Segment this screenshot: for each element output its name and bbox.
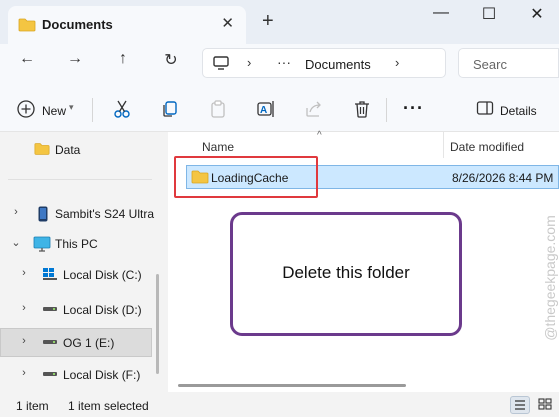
watermark: @thegeekpage.com	[539, 172, 559, 382]
annotation-text: Delete this folder	[282, 263, 410, 282]
toolbar-divider	[92, 98, 93, 122]
details-button[interactable]: Details	[500, 104, 537, 118]
details-view-button[interactable]	[510, 396, 530, 414]
title-bar: Documents ✕ + — ☐ ✕	[0, 0, 559, 44]
new-button[interactable]: New	[42, 104, 66, 118]
refresh-button[interactable]: ↻	[158, 50, 184, 70]
up-button[interactable]: ↑	[110, 50, 136, 68]
tiles-view-button[interactable]	[536, 396, 556, 414]
close-window-button[interactable]: ✕	[522, 4, 552, 24]
add-icon[interactable]	[16, 99, 36, 122]
chevron-right-icon[interactable]: ›	[10, 206, 22, 218]
sidebar-item-local-disk-f[interactable]: › Local Disk (F:)	[0, 361, 152, 389]
watermark-text: @thegeekpage.com	[542, 215, 558, 341]
tab-documents[interactable]: Documents ✕	[8, 6, 246, 44]
column-header-name[interactable]: Name	[202, 140, 234, 154]
sidebar-divider	[8, 179, 152, 180]
paste-icon	[208, 99, 228, 122]
sidebar-item-label: Local Disk (F:)	[63, 368, 141, 382]
sidebar-item-og1-e[interactable]: › OG 1 (E:)	[0, 328, 152, 357]
rename-icon[interactable]: A	[256, 99, 276, 122]
sidebar-item-local-disk-d[interactable]: › Local Disk (D:)	[0, 296, 152, 324]
sidebar-item-label: Local Disk (C:)	[63, 268, 142, 282]
chevron-right-icon[interactable]: ›	[247, 55, 251, 70]
file-list: ^ Name Date modified LoadingCache 8/26/2…	[168, 130, 559, 392]
sidebar-item-label: Sambit's S24 Ultra	[55, 207, 154, 221]
search-box[interactable]: Searc	[458, 48, 559, 78]
annotation-callout: Delete this folder	[230, 212, 462, 336]
copy-icon[interactable]	[160, 99, 180, 122]
folder-icon	[34, 142, 50, 159]
new-tab-button[interactable]: +	[262, 10, 274, 33]
status-bar: 1 item 1 item selected	[0, 392, 559, 417]
navigation-bar: ← → ↑ ↻ › ··· Documents › Searc	[0, 44, 559, 84]
sidebar-item-this-pc[interactable]: ⌄ This PC	[0, 230, 152, 258]
sidebar-scrollbar[interactable]	[156, 274, 159, 374]
chevron-right-icon[interactable]: ›	[395, 55, 399, 70]
sidebar-item-local-disk-c[interactable]: › Local Disk (C:)	[0, 261, 152, 289]
chevron-right-icon[interactable]: ›	[18, 267, 30, 279]
drive-icon	[42, 302, 58, 319]
close-tab-icon[interactable]: ✕	[221, 14, 234, 32]
column-divider[interactable]	[443, 132, 444, 158]
column-header-date-modified[interactable]: Date modified	[450, 140, 524, 154]
cut-icon[interactable]	[112, 99, 132, 122]
monitor-icon	[33, 236, 51, 255]
sidebar-item-label: This PC	[55, 237, 98, 251]
chevron-right-icon[interactable]: ›	[18, 367, 30, 379]
search-input[interactable]: Searc	[473, 57, 507, 72]
address-bar[interactable]: › ··· Documents ›	[202, 48, 446, 78]
delete-icon[interactable]	[352, 99, 372, 122]
back-button[interactable]: ←	[14, 50, 40, 68]
details-pane-icon[interactable]	[476, 99, 494, 120]
monitor-icon	[213, 56, 229, 73]
windows-drive-icon	[42, 267, 58, 284]
sidebar-item-data[interactable]: Data	[0, 136, 152, 164]
svg-text:A: A	[260, 105, 267, 116]
toolbar-divider	[386, 98, 387, 122]
item-count: 1 item	[16, 399, 49, 413]
breadcrumb-documents[interactable]: Documents	[305, 57, 371, 72]
command-bar: New ▾ A ··· Details	[0, 84, 559, 132]
minimize-button[interactable]: —	[426, 4, 456, 22]
chevron-right-icon[interactable]: ›	[18, 302, 30, 314]
phone-icon	[38, 206, 48, 225]
breadcrumb-more-button[interactable]: ···	[277, 54, 291, 70]
chevron-down-icon[interactable]: ▾	[69, 102, 74, 113]
highlight-box	[174, 156, 318, 198]
share-icon	[304, 99, 324, 122]
horizontal-scrollbar[interactable]	[178, 384, 406, 387]
more-options-button[interactable]: ···	[403, 98, 424, 119]
forward-button[interactable]: →	[62, 50, 88, 68]
tab-title: Documents	[42, 17, 113, 32]
sidebar-item-label: Data	[55, 143, 81, 157]
chevron-right-icon[interactable]: ›	[18, 335, 30, 347]
drive-icon	[42, 367, 58, 384]
drive-icon	[42, 335, 58, 352]
sort-ascending-icon: ^	[317, 130, 322, 141]
chevron-down-icon[interactable]: ⌄	[10, 236, 22, 249]
sidebar-item-label: Local Disk (D:)	[63, 303, 142, 317]
selected-count: 1 item selected	[68, 399, 149, 413]
sidebar-item-label: OG 1 (E:)	[63, 336, 115, 350]
navigation-pane: Data › Sambit's S24 Ultra ⌄ This PC › Lo…	[0, 132, 160, 392]
maximize-button[interactable]: ☐	[474, 4, 504, 24]
sidebar-item-phone[interactable]: › Sambit's S24 Ultra	[0, 200, 154, 228]
folder-icon	[18, 18, 36, 35]
